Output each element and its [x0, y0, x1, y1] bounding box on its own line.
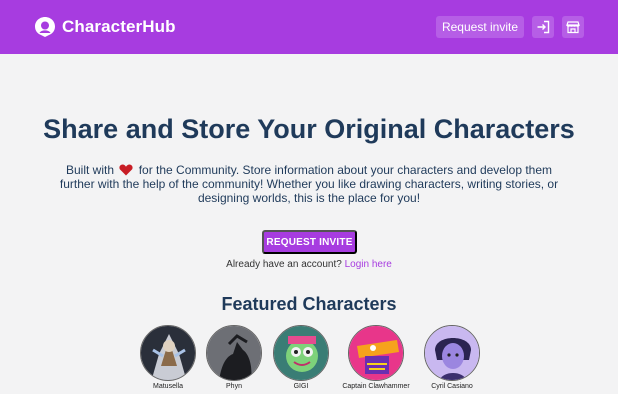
brand-name: CharacterHub	[62, 17, 176, 36]
heart-icon	[119, 164, 133, 176]
login-prompt-text: Already have an account?	[226, 259, 342, 270]
login-icon	[537, 20, 550, 34]
login-prompt: Already have an account? Login here	[0, 259, 618, 270]
navbar: CharacterHub Request invite	[0, 0, 618, 54]
hero-text-after: for the Community. Store information abo…	[59, 163, 559, 205]
brand[interactable]: CharacterHub	[34, 16, 176, 38]
character-avatar	[206, 325, 262, 381]
request-invite-button[interactable]: Request invite	[435, 16, 524, 38]
store-icon	[566, 21, 580, 34]
character-card-gigi[interactable]: GIGI	[261, 325, 341, 390]
character-avatar	[348, 325, 404, 381]
character-card-cyril-casiano[interactable]: Cyril Casiano	[412, 325, 492, 390]
character-avatar	[424, 325, 480, 381]
character-name: GIGI	[293, 383, 309, 390]
character-avatar	[140, 325, 196, 381]
nav-actions: Request invite	[435, 16, 584, 38]
login-link[interactable]: Login here	[345, 259, 392, 270]
store-button[interactable]	[562, 16, 584, 38]
featured-title: Featured Characters	[221, 294, 397, 314]
request-invite-cta[interactable]: REQUEST INVITE	[262, 230, 357, 254]
character-card-captain-clawhammer[interactable]: Captain Clawhammer	[336, 325, 416, 390]
hero-title: Share and Store Your Original Characters	[43, 114, 575, 144]
login-button[interactable]	[532, 16, 554, 38]
hero-text-before: Built with	[65, 163, 114, 177]
brand-logo-icon	[35, 17, 55, 37]
character-name: Captain Clawhammer	[342, 383, 410, 390]
hero-description: Built with for the Community. Store info…	[50, 163, 568, 205]
character-avatar	[273, 325, 329, 381]
character-name: Cyril Casiano	[431, 383, 473, 390]
